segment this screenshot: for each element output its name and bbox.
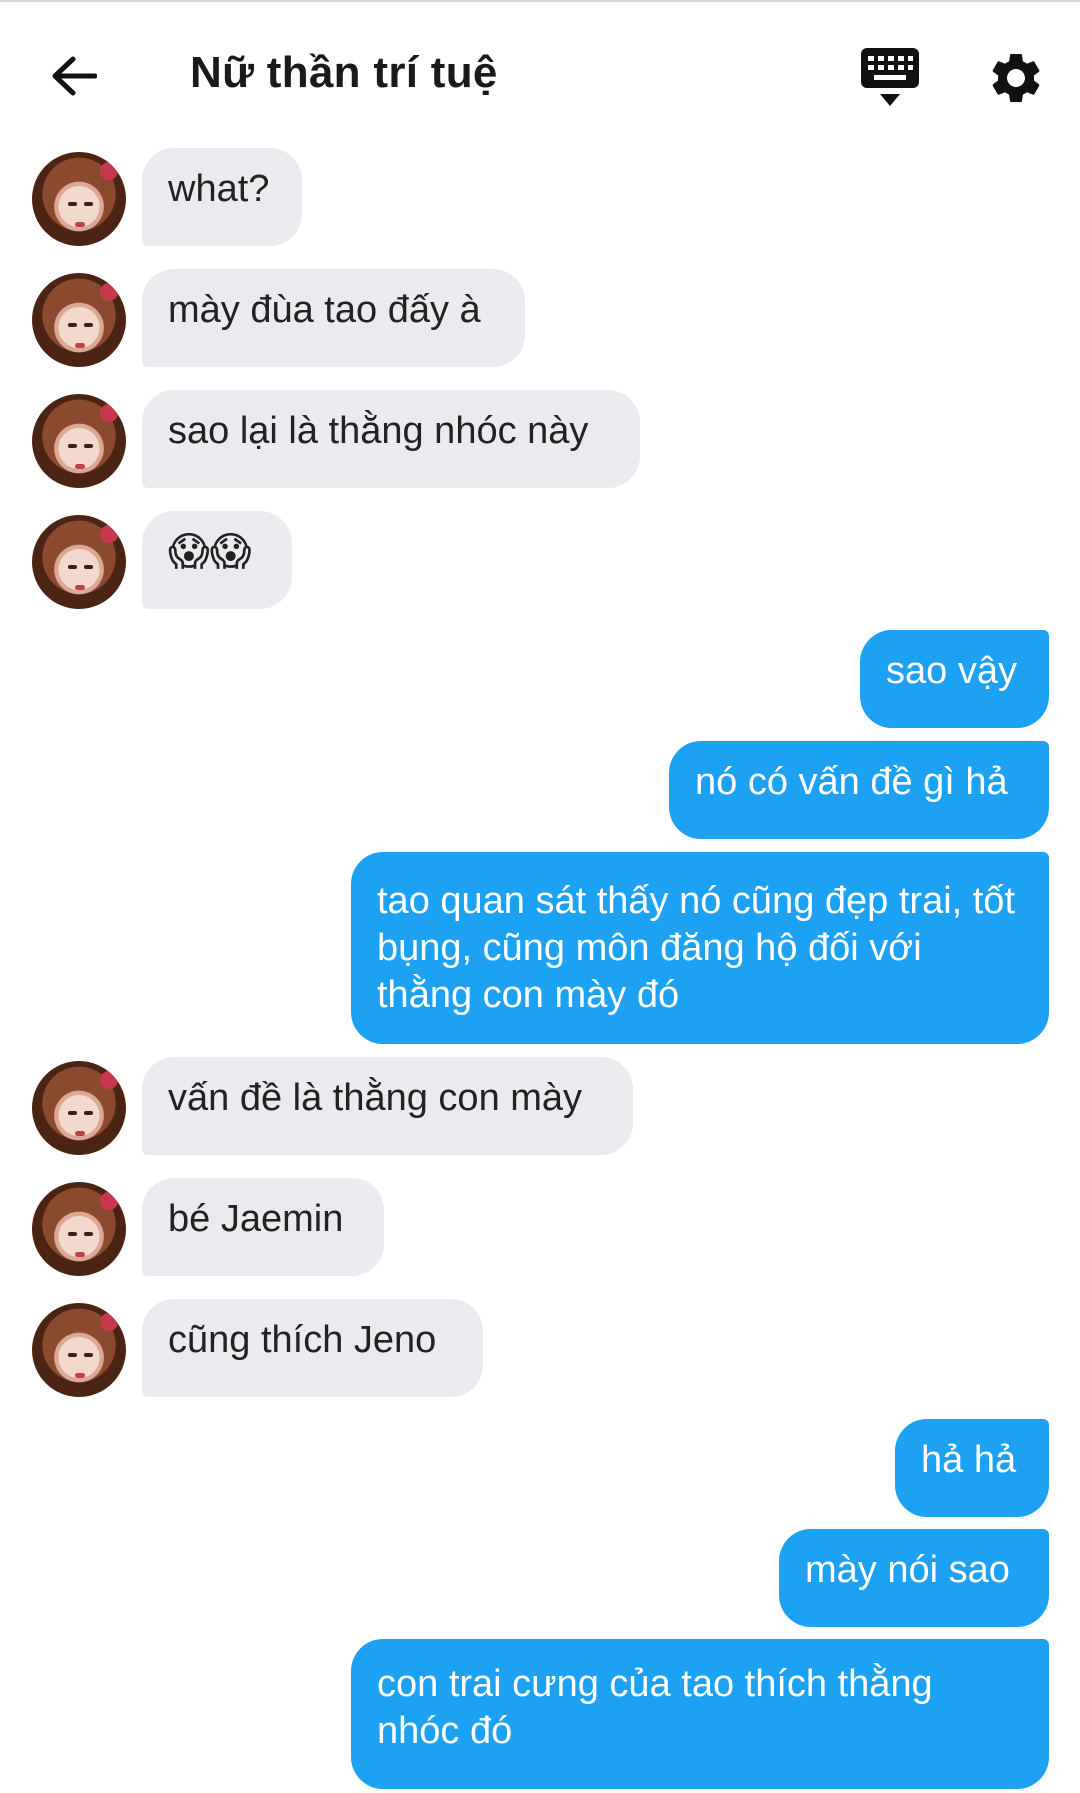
incoming-message[interactable]: mày đùa tao đấy à bbox=[142, 269, 525, 367]
avatar[interactable] bbox=[32, 515, 126, 609]
incoming-message[interactable]: cũng thích Jeno bbox=[142, 1299, 483, 1397]
arrow-left-icon bbox=[52, 56, 97, 96]
avatar[interactable] bbox=[32, 273, 126, 367]
gear-icon bbox=[992, 53, 1040, 102]
keyboard-icon bbox=[861, 48, 919, 106]
avatar[interactable] bbox=[32, 1303, 126, 1397]
avatar[interactable] bbox=[32, 152, 126, 246]
outgoing-message[interactable]: nó có vấn đề gì hả bbox=[669, 741, 1049, 839]
outgoing-message[interactable]: mày nói sao bbox=[779, 1529, 1049, 1627]
incoming-message[interactable]: vấn đề là thằng con mày bbox=[142, 1057, 633, 1155]
outgoing-message[interactable]: con trai cưng của tao thích thằng nhóc đ… bbox=[351, 1639, 1049, 1789]
conversation-title: Nữ thần trí tuệ bbox=[190, 48, 498, 97]
outgoing-message[interactable]: tao quan sát thấy nó cũng đẹp trai, tốt … bbox=[351, 852, 1049, 1044]
incoming-message[interactable]: 😱😱 bbox=[142, 511, 292, 609]
chat-header: Nữ thần trí tuệ bbox=[0, 2, 1080, 142]
avatar[interactable] bbox=[32, 394, 126, 488]
incoming-message[interactable]: bé Jaemin bbox=[142, 1178, 384, 1276]
outgoing-message[interactable]: hả hả bbox=[895, 1419, 1049, 1517]
outgoing-message[interactable]: sao vậy bbox=[860, 630, 1049, 728]
back-button[interactable] bbox=[44, 46, 104, 106]
avatar[interactable] bbox=[32, 1182, 126, 1276]
avatar[interactable] bbox=[32, 1061, 126, 1155]
keyboard-button[interactable] bbox=[860, 46, 920, 108]
settings-button[interactable] bbox=[986, 48, 1046, 108]
incoming-message[interactable]: what? bbox=[142, 148, 302, 246]
incoming-message[interactable]: sao lại là thằng nhóc này bbox=[142, 390, 640, 488]
